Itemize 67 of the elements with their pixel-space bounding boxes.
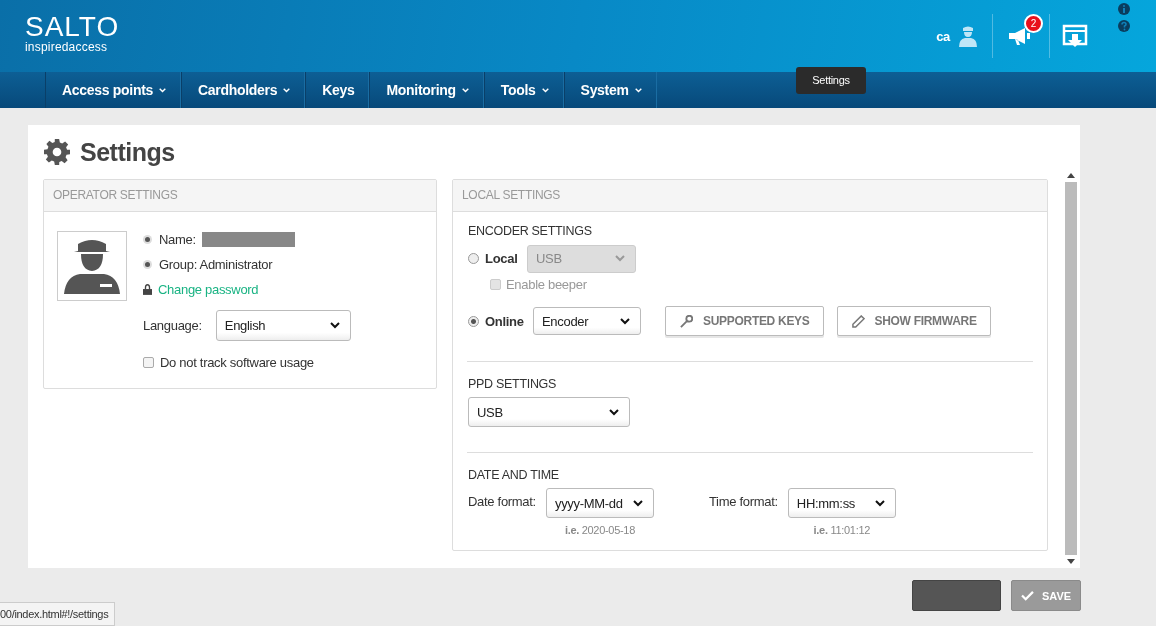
bullet-icon — [145, 237, 150, 242]
group-text: Group: Administrator — [159, 257, 273, 272]
scrollbar[interactable] — [1064, 171, 1078, 566]
caret-icon — [632, 499, 643, 507]
tooltip: Settings — [796, 67, 866, 94]
action-button[interactable]: SUPPORTED KEYS — [665, 306, 824, 336]
download-window-icon[interactable] — [1062, 23, 1088, 49]
caret-icon — [634, 87, 642, 93]
format-label: Time format: — [708, 493, 778, 511]
card-heading: OPERATOR SETTINGS — [44, 180, 436, 212]
action-button[interactable]: SHOW FIRMWARE — [836, 306, 991, 336]
megaphone-icon[interactable] — [1007, 26, 1031, 46]
radio-label: Online — [485, 313, 525, 329]
dark-button[interactable] — [912, 580, 1001, 611]
gear-icon — [44, 139, 70, 165]
section-title: PPD SETTINGS — [468, 377, 558, 391]
checkbox[interactable] — [143, 357, 154, 368]
checkbox-label: Do not track software usage — [160, 355, 314, 370]
page-title: Settings — [80, 137, 175, 167]
nav-menu-item[interactable]: Monitoring — [369, 72, 484, 108]
logo-text: SALTO — [25, 13, 120, 41]
scroll-down-icon — [1067, 559, 1075, 564]
language-label: Language: — [143, 317, 202, 333]
caret-icon — [159, 87, 167, 93]
caret-icon — [620, 317, 630, 325]
lock-icon — [143, 284, 152, 295]
nav-menu-item[interactable]: Keys — [305, 72, 370, 108]
caret-icon — [609, 408, 619, 416]
format-select[interactable]: HH:mm:ss — [787, 488, 896, 518]
logo-tagline: inspiredaccess — [25, 41, 109, 53]
language-select[interactable]: English — [215, 309, 351, 341]
radio-button[interactable] — [468, 315, 479, 327]
notification-badge: 2 — [1024, 14, 1043, 33]
caret-icon — [329, 321, 340, 329]
nav-menu-item[interactable]: Cardholders — [181, 72, 306, 108]
caret-icon — [615, 255, 625, 262]
example-text: i.e. 2020-05-18 — [564, 524, 635, 536]
card-heading: LOCAL SETTINGS — [453, 180, 1047, 212]
format-select[interactable]: yyyy-MM-dd — [545, 488, 654, 518]
caret-icon — [874, 499, 885, 507]
scroll-up-icon — [1067, 173, 1075, 178]
user-name: ca — [936, 28, 950, 44]
ppd-select[interactable]: USB — [468, 397, 630, 427]
check-icon — [1020, 590, 1034, 601]
example-text: i.e. 11:01:12 — [813, 524, 871, 536]
nav-menu-item[interactable]: System — [563, 72, 657, 108]
mode-select[interactable]: Encoder — [533, 307, 641, 335]
caret-icon — [461, 87, 469, 93]
radio-label: Local — [485, 251, 519, 266]
pencil-icon — [851, 314, 865, 328]
name-label: Name: — [159, 232, 196, 247]
nav-menu-item[interactable]: Access points — [45, 72, 182, 108]
section-title: DATE AND TIME — [468, 468, 560, 482]
user-icon[interactable] — [958, 25, 978, 47]
scrollbar-thumb[interactable] — [1065, 182, 1077, 555]
section-title: ENCODER SETTINGS — [468, 224, 593, 238]
operator-silhouette-icon — [62, 238, 122, 294]
caret-icon — [283, 87, 291, 93]
status-url: 00/index.html#!/settings — [0, 602, 116, 626]
key-icon — [680, 314, 693, 328]
checkbox-label: Enable beeper — [506, 276, 587, 292]
nav-menu-item[interactable]: Tools — [483, 72, 564, 108]
bullet-icon — [145, 262, 150, 267]
info-icon[interactable] — [1118, 3, 1130, 15]
format-label: Date format: — [468, 493, 536, 511]
caret-icon — [541, 87, 549, 93]
help-icon[interactable] — [1118, 20, 1130, 32]
